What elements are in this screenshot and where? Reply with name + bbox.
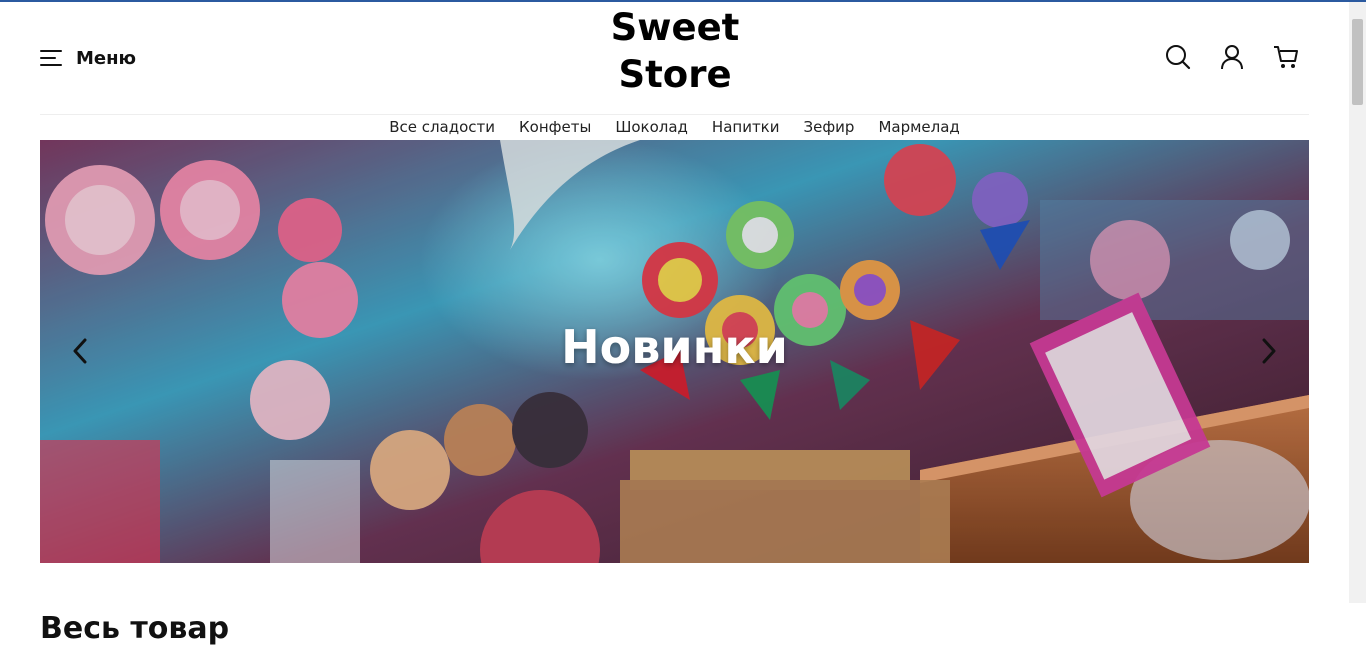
user-icon[interactable]: [1217, 42, 1247, 72]
cart-icon[interactable]: [1271, 42, 1301, 72]
slide-title: Новинки: [561, 320, 788, 374]
nav-item-chocolate[interactable]: Шоколад: [615, 116, 688, 140]
logo-line-2: Store: [618, 53, 732, 96]
chevron-left-icon[interactable]: [67, 338, 93, 364]
nav-item-marshmallow[interactable]: Зефир: [804, 116, 855, 140]
menu-label: Меню: [76, 47, 137, 69]
search-icon[interactable]: [1163, 42, 1193, 72]
nav-item-all-sweets[interactable]: Все сладости: [389, 116, 495, 140]
logo-line-1: Sweet: [610, 6, 740, 49]
menu-button[interactable]: Меню: [40, 46, 136, 70]
nav-item-drinks[interactable]: Напитки: [712, 116, 780, 140]
hamburger-icon: [40, 50, 62, 66]
site-logo[interactable]: Sweet Store: [580, 4, 770, 98]
nav-item-marmalade[interactable]: Мармелад: [878, 116, 959, 140]
page-scrollbar[interactable]: [1349, 2, 1366, 603]
header-actions: [1163, 42, 1301, 72]
scrollbar-thumb[interactable]: [1352, 19, 1363, 105]
site-header: Меню Sweet Store: [40, 2, 1309, 114]
nav-item-candies[interactable]: Конфеты: [519, 116, 591, 140]
header-divider: [40, 114, 1309, 115]
all-products-heading: Весь товар: [40, 610, 230, 646]
chevron-right-icon[interactable]: [1256, 338, 1282, 364]
category-nav: Все сладости Конфеты Шоколад Напитки Зеф…: [40, 116, 1309, 140]
hero-slider[interactable]: Новинки: [40, 140, 1309, 563]
